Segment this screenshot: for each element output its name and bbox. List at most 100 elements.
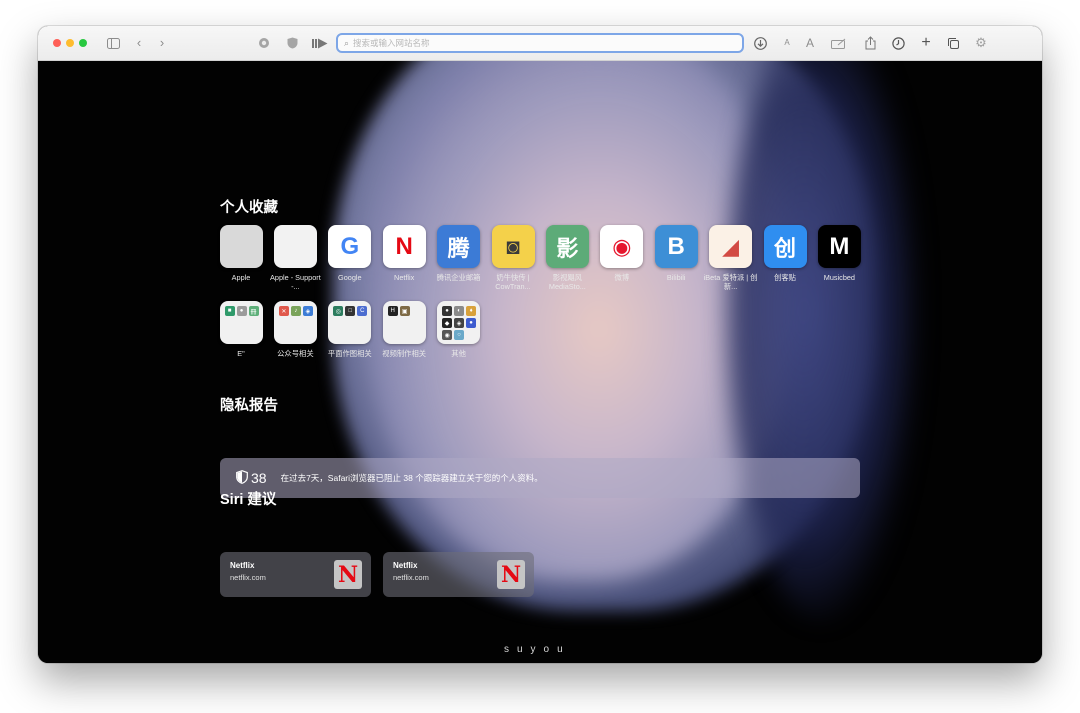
- favorite-icon: [219, 225, 263, 268]
- favorite-label: E": [237, 349, 245, 358]
- gear-icon[interactable]: ⚙: [974, 34, 988, 52]
- favorite-item[interactable]: ◉ 微博: [595, 225, 649, 282]
- favorite-folder[interactable]: H ▣ 视频制作相关: [377, 301, 431, 358]
- folder-mini-icon: ◐: [454, 306, 465, 316]
- favorite-icon: G: [328, 225, 372, 268]
- tracker-count: 38: [251, 470, 267, 486]
- favorite-folder[interactable]: ✕ ♪ ◈ 公众号相关: [268, 301, 322, 358]
- folder-mini-icon: ◈: [302, 306, 313, 316]
- folder-mini-icon: ●: [466, 318, 477, 328]
- folder-icon: H ▣: [382, 301, 426, 344]
- folder-mini-icon: ◉: [442, 330, 453, 340]
- favorite-item[interactable]: 创创客贴: [758, 225, 812, 282]
- favorite-folder[interactable]: ■ ● 冊 E": [214, 301, 268, 358]
- favorite-label: 公众号相关: [277, 349, 314, 358]
- browser-window: ‹ › ⌕ 搜索或输入网站名称 A A + ⚙ 个人收藏 Apple Apple…: [38, 26, 1042, 663]
- favorite-icon: 影: [545, 225, 589, 268]
- favorite-item[interactable]: G Google: [323, 225, 377, 282]
- text-larger-button[interactable]: A: [804, 34, 816, 52]
- favorite-item[interactable]: B Bilibili: [649, 225, 703, 282]
- shield-icon[interactable]: [285, 34, 299, 52]
- close-window-button[interactable]: [53, 39, 61, 47]
- folder-mini-icon: ○: [454, 330, 465, 340]
- favorite-item[interactable]: 影影视飓风 MediaSto...: [540, 225, 594, 291]
- privacy-report-title: 隐私报告: [220, 398, 278, 414]
- favorite-item[interactable]: N Netflix: [377, 225, 431, 282]
- favorite-label: Bilibili: [666, 273, 686, 282]
- favorite-label: Musicbed: [823, 273, 855, 282]
- folder-mini-icon: ◈: [454, 318, 465, 328]
- favorite-icon: 腾: [437, 225, 481, 268]
- minimize-window-button[interactable]: [66, 39, 74, 47]
- folder-mini-icon: □: [345, 306, 356, 316]
- suggestion-title: Netflix: [230, 561, 255, 570]
- forward-icon[interactable]: ›: [157, 34, 167, 52]
- folder-icon: ● ◐ ♦ ◆ ◈ ● ◉ ○: [437, 301, 481, 344]
- favorite-icon: ◉: [600, 225, 644, 268]
- zoom-window-button[interactable]: [79, 39, 87, 47]
- favorite-item[interactable]: ◙ 奶牛快传 | CowTran...: [486, 225, 540, 291]
- favorite-icon: ◢: [709, 225, 753, 268]
- suggestion-title: Netflix: [393, 561, 418, 570]
- address-placeholder: 搜索或输入网站名称: [353, 38, 430, 48]
- privacy-message: 在过去7天，Safari浏览器已阻止 38 个跟踪器建立关于您的个人资料。: [280, 473, 543, 483]
- start-page: 个人收藏 Apple Apple - Support -... G Google N Ne…: [38, 61, 1042, 663]
- new-tab-icon[interactable]: +: [919, 34, 933, 52]
- suggestion-url: netflix.com: [393, 573, 429, 582]
- favorite-label: 平面作图相关: [327, 349, 372, 358]
- download-icon[interactable]: [752, 34, 768, 52]
- history-icon[interactable]: [891, 34, 905, 52]
- suggestion-url: netflix.com: [230, 573, 266, 582]
- share-icon[interactable]: [863, 34, 877, 52]
- siri-suggestion-card[interactable]: Netflix netflix.com N: [220, 552, 371, 597]
- favorite-icon: N: [382, 225, 426, 268]
- siri-suggestions-title: Siri 建议: [220, 492, 277, 508]
- favorite-label: 其他: [451, 349, 466, 358]
- folder-mini-icon: H: [387, 306, 398, 316]
- favorite-folder[interactable]: ● ◐ ♦ ◆ ◈ ● ◉ ○ 其他: [432, 301, 486, 358]
- folder-mini-icon: ♪: [290, 306, 301, 316]
- favorite-item[interactable]: M Musicbed: [812, 225, 866, 282]
- toolbar: ‹ › ⌕ 搜索或输入网站名称 A A + ⚙: [38, 26, 1042, 61]
- folder-mini-icon: ◎: [333, 306, 344, 316]
- folder-icon: ◎ □ C: [328, 301, 372, 344]
- siri-suggestion-card[interactable]: Netflix netflix.com N: [383, 552, 534, 597]
- privacy-report-card[interactable]: 38 在过去7天，Safari浏览器已阻止 38 个跟踪器建立关于您的个人资料。: [220, 458, 860, 498]
- text-smaller-button[interactable]: A: [782, 34, 792, 52]
- favorite-label: Netflix: [394, 273, 415, 282]
- favorite-label: 微博: [614, 273, 630, 282]
- favorite-item[interactable]: ◢ iBeta 爱特派 | 创新...: [704, 225, 758, 291]
- shield-icon: [236, 469, 248, 487]
- favorite-label: 腾讯企业邮箱: [436, 273, 481, 282]
- folder-mini-icon: ■: [224, 306, 235, 316]
- favorite-icon: ◙: [491, 225, 535, 268]
- favorite-label: 奶牛快传 | CowTran...: [495, 273, 531, 291]
- folder-mini-icon: ♦: [466, 306, 477, 316]
- folder-mini-icon: ◆: [442, 318, 453, 328]
- sidebar-icon[interactable]: [106, 34, 120, 52]
- favorite-item[interactable]: Apple: [214, 225, 268, 282]
- netflix-icon: N: [334, 560, 362, 589]
- favorite-icon: B: [654, 225, 698, 268]
- tab-overview-icon[interactable]: [946, 34, 960, 52]
- folder-mini-icon: C: [357, 306, 368, 316]
- favorite-folder[interactable]: ◎ □ C 平面作图相关: [323, 301, 377, 358]
- folder-mini-icon: ●: [442, 306, 453, 316]
- favorite-label: 影视飓风 MediaSto...: [548, 273, 586, 291]
- favorite-label: 视频制作相关: [382, 349, 427, 358]
- favorite-label: iBeta 爱特派 | 创新...: [703, 273, 758, 291]
- favorites-title: 个人收藏: [220, 200, 278, 216]
- back-icon[interactable]: ‹: [134, 34, 144, 52]
- extension-icon[interactable]: [257, 34, 271, 52]
- favorite-label: Apple: [231, 273, 251, 282]
- favorite-item[interactable]: 腾腾讯企业邮箱: [432, 225, 486, 282]
- search-icon: ⌕: [344, 37, 350, 48]
- reader-icon[interactable]: [311, 34, 328, 52]
- favorite-item[interactable]: Apple - Support -...: [268, 225, 322, 291]
- signature-watermark: suyou: [504, 644, 571, 655]
- favorite-label: Google: [338, 273, 362, 282]
- folder-mini-icon: 冊: [248, 306, 259, 316]
- edit-icon[interactable]: [830, 34, 848, 52]
- favorite-label: 创客贴: [774, 273, 796, 282]
- address-bar[interactable]: ⌕ 搜索或输入网站名称: [336, 33, 744, 53]
